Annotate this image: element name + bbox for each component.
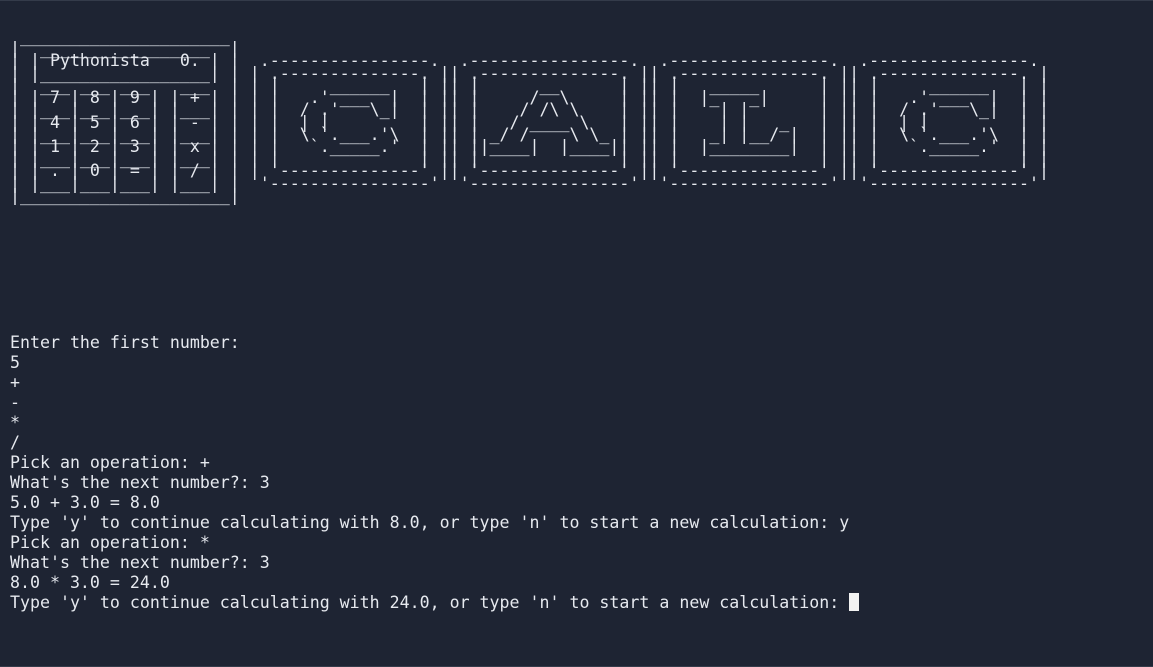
continue-line: Type 'y' to continue calculating with 8.… [10, 513, 859, 533]
next-number-line: What's the next number?: 3 [10, 553, 859, 573]
terminal-output: Enter the first number: 5 + - * / Pick a… [10, 333, 860, 613]
next-number-line: What's the next number?: 3 [10, 473, 859, 493]
pick-operation-input: + [199, 453, 210, 472]
continue-prompt: Type 'y' to continue calculating with 24… [10, 593, 850, 612]
next-number-prompt: What's the next number?: [10, 553, 260, 572]
pick-operation-input: * [199, 533, 210, 552]
first-number-line: Enter the first number: [10, 333, 859, 353]
terminal-window[interactable]: _____________________ | ________________… [0, 0, 1153, 667]
operator-option-divide: / [10, 433, 20, 452]
result-line: 8.0 * 3.0 = 24.0 [10, 573, 170, 592]
operator-option-minus: - [10, 393, 20, 412]
first-number-prompt: Enter the first number: [10, 333, 250, 352]
first-number-input: 5 [10, 353, 20, 372]
terminal-cursor [849, 593, 860, 611]
active-prompt-line[interactable]: Type 'y' to continue calculating with 24… [10, 593, 860, 613]
continue-prompt: Type 'y' to continue calculating with 8.… [10, 513, 840, 532]
next-number-input: 3 [259, 473, 270, 492]
continue-input: y [839, 513, 850, 532]
next-number-input: 3 [259, 553, 270, 572]
pick-operation-prompt: Pick an operation: [10, 453, 200, 472]
operator-option-multiply: * [10, 413, 20, 432]
pick-operation-prompt: Pick an operation: [10, 533, 200, 552]
pick-operation-line: Pick an operation: * [10, 533, 859, 553]
pick-operation-line: Pick an operation: + [10, 453, 859, 473]
next-number-prompt: What's the next number?: [10, 473, 260, 492]
result-line: 5.0 + 3.0 = 8.0 [10, 493, 160, 512]
ascii-banner: _____________________ | ________________… [10, 27, 1049, 205]
operator-option-plus: + [10, 373, 20, 392]
